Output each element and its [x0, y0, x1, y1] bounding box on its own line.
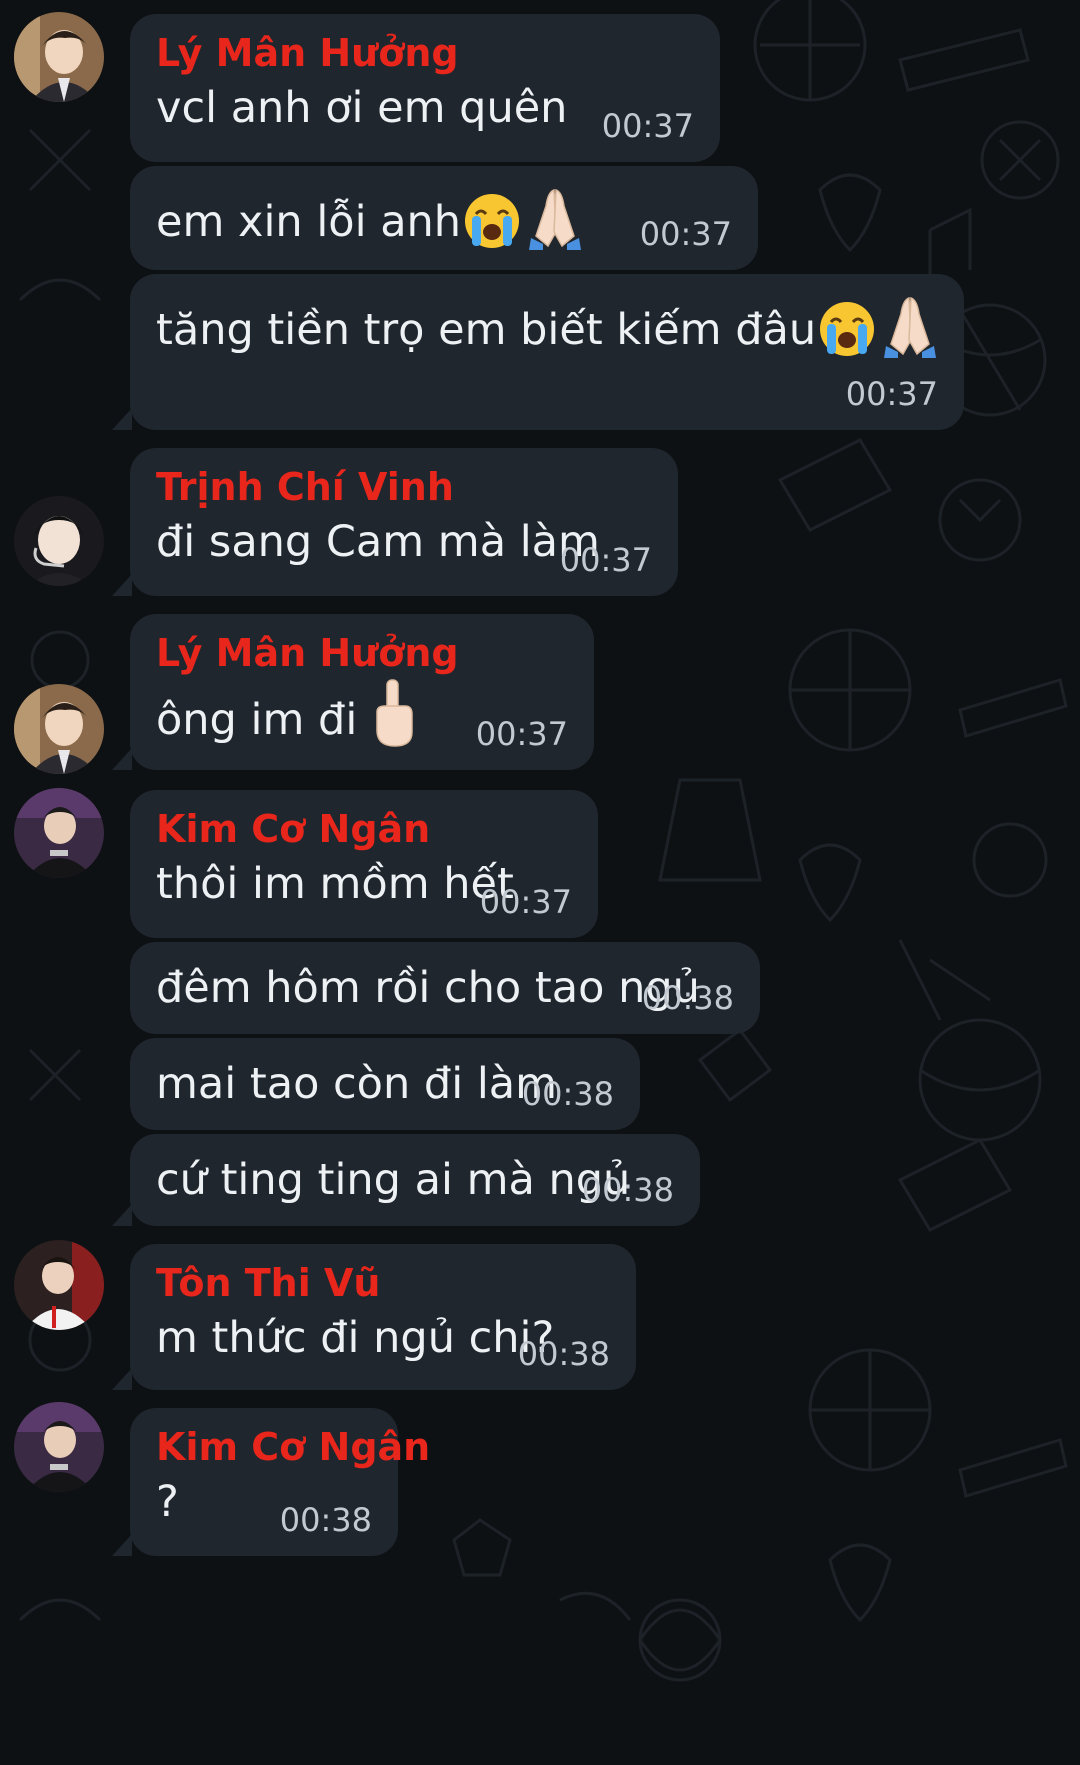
message-time: 00:37	[475, 715, 568, 753]
avatar-kim-co-ngan[interactable]	[14, 788, 104, 878]
crying-face-icon	[463, 192, 521, 266]
message-bubble[interactable]: Lý Mân Hưởng vcl anh ơi em quên 00:37	[130, 14, 720, 162]
folded-hands-icon	[878, 294, 942, 374]
message-text-content: ông im đi	[156, 695, 358, 745]
crying-face-icon	[818, 300, 876, 374]
message-time: 00:38	[517, 1335, 610, 1373]
avatar-image	[14, 12, 104, 102]
message-time: 00:37	[479, 883, 572, 921]
message-time: 00:38	[641, 979, 734, 1017]
avatar-image	[14, 788, 104, 878]
sender-name[interactable]: Lý Mân Hưởng	[156, 628, 570, 678]
message-text: tăng tiền trọ em biết kiếm đâu	[156, 294, 940, 374]
message-time: 00:38	[581, 1171, 674, 1209]
chat-message-list[interactable]: Lý Mân Hưởng vcl anh ơi em quên 00:37 em…	[0, 0, 1080, 1765]
message-bubble[interactable]: tăng tiền trọ em biết kiếm đâu 00:37	[112, 274, 964, 430]
message-bubble[interactable]: em xin lỗi anh 00:37	[130, 166, 758, 270]
avatar-ly-man-huong[interactable]	[14, 12, 104, 102]
message-time: 00:38	[521, 1075, 614, 1113]
message-bubble[interactable]: Trịnh Chí Vinh đi sang Cam mà làm 00:37	[112, 448, 678, 596]
message-bubble[interactable]: Lý Mân Hưởng ông im đi 00:37	[112, 614, 594, 770]
sender-name[interactable]: Lý Mân Hưởng	[156, 28, 696, 78]
avatar-ly-man-huong[interactable]	[14, 684, 104, 774]
sender-name[interactable]: Tôn Thi Vũ	[156, 1258, 612, 1308]
sender-name[interactable]: Trịnh Chí Vinh	[156, 462, 654, 512]
avatar-image	[14, 1402, 104, 1492]
folded-hands-icon	[523, 186, 587, 266]
sender-name[interactable]: Kim Cơ Ngân	[156, 804, 574, 854]
message-bubble[interactable]: cứ ting ting ai mà ngủ 00:38	[112, 1134, 700, 1226]
avatar-ton-thi-vu[interactable]	[14, 1240, 104, 1330]
message-time: 00:37	[639, 215, 732, 253]
avatar-kim-co-ngan[interactable]	[14, 1402, 104, 1492]
message-bubble[interactable]: Tôn Thi Vũ m thức đi ngủ chi? 00:38	[112, 1244, 636, 1390]
middle-finger-icon	[373, 678, 413, 764]
message-text-content: tăng tiền trọ em biết kiếm đâu	[156, 305, 817, 355]
avatar-image	[14, 496, 104, 586]
avatar-image	[14, 1240, 104, 1330]
avatar-image	[14, 684, 104, 774]
sender-name[interactable]: Kim Cơ Ngân	[156, 1422, 430, 1472]
message-bubble[interactable]: đêm hôm rồi cho tao ngủ 00:38	[130, 942, 760, 1034]
message-bubble[interactable]: Kim Cơ Ngân ? 00:38	[112, 1408, 430, 1556]
message-time: 00:37	[601, 107, 694, 145]
message-time: 00:37	[845, 375, 938, 413]
message-text-content: em xin lỗi anh	[156, 197, 462, 247]
message-time: 00:37	[559, 541, 652, 579]
avatar-trinh-chi-vinh[interactable]	[14, 496, 104, 586]
message-bubble[interactable]: mai tao còn đi làm 00:38	[130, 1038, 640, 1130]
message-time: 00:38	[279, 1501, 372, 1539]
message-bubble[interactable]: Kim Cơ Ngân thôi im mồm hết 00:37	[130, 790, 598, 938]
